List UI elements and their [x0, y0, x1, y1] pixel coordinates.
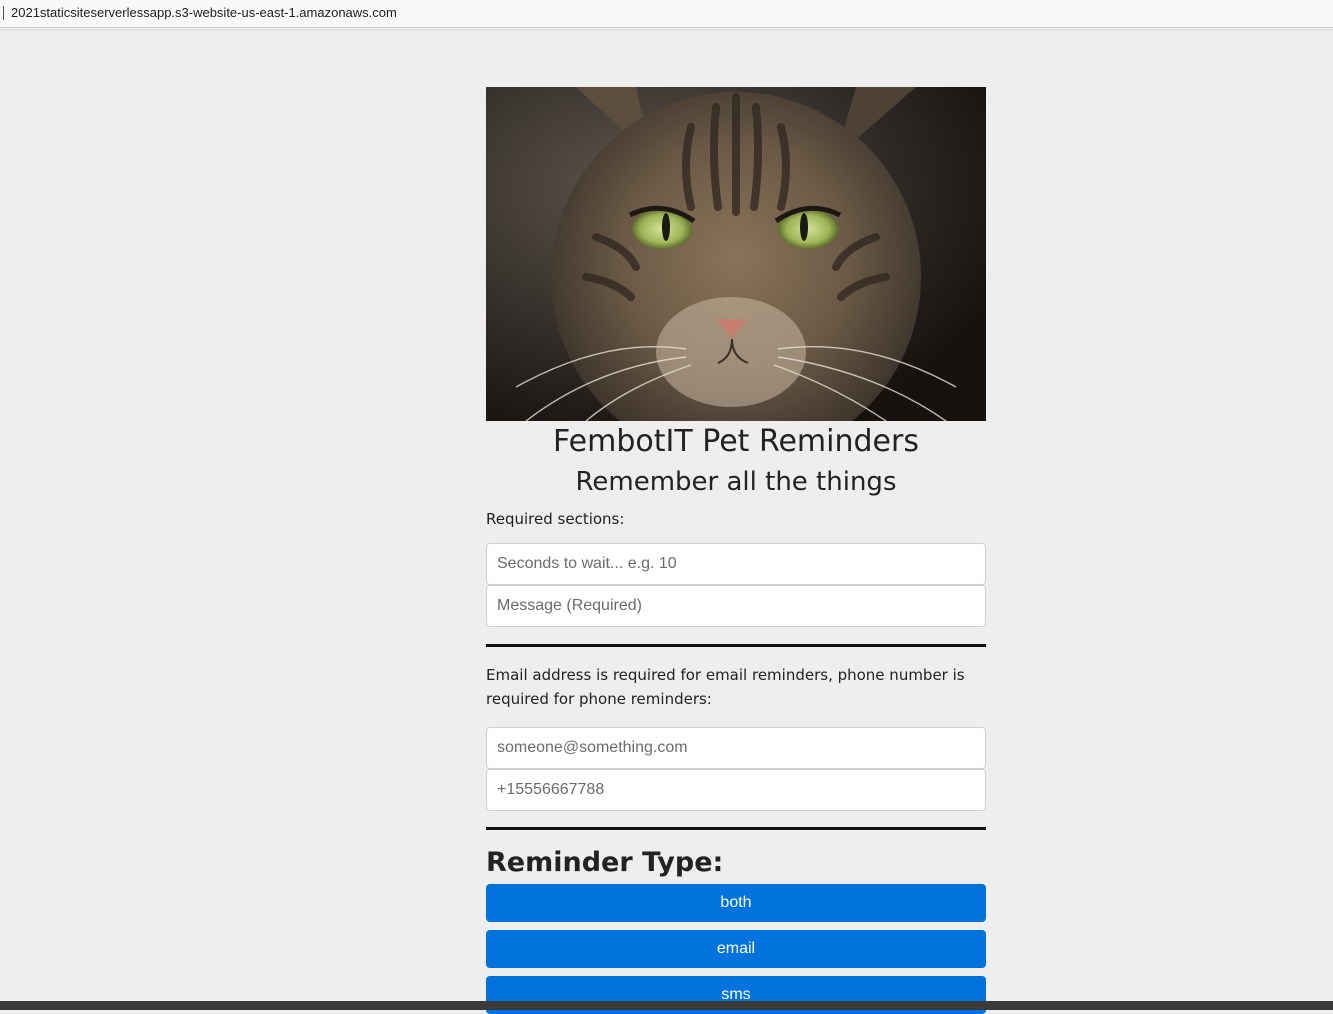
contact-instructions: Email address is required for email remi…	[486, 666, 965, 708]
page-subtitle: Remember all the things	[575, 467, 897, 497]
both-button[interactable]: both	[486, 884, 986, 922]
cat-hero-image	[486, 87, 986, 421]
phone-input[interactable]	[486, 769, 986, 811]
seconds-input[interactable]	[486, 543, 986, 585]
email-button[interactable]: email	[486, 930, 986, 968]
reminder-type-heading: Reminder Type:	[486, 847, 724, 878]
message-input[interactable]	[486, 585, 986, 627]
address-bar[interactable]: 2021staticsiteserverlessapp.s3-website-u…	[0, 0, 1333, 28]
url-text[interactable]: 2021staticsiteserverlessapp.s3-website-u…	[11, 5, 397, 20]
page-title: FembotIT Pet Reminders	[553, 424, 919, 459]
taskbar	[0, 1001, 1333, 1010]
toolbar-shadow	[0, 29, 1333, 32]
required-sections-label: Required sections:	[486, 510, 625, 528]
email-input[interactable]	[486, 727, 986, 769]
text-caret	[3, 6, 4, 20]
main-column: FembotIT Pet Reminders Remember all the …	[486, 87, 986, 1014]
